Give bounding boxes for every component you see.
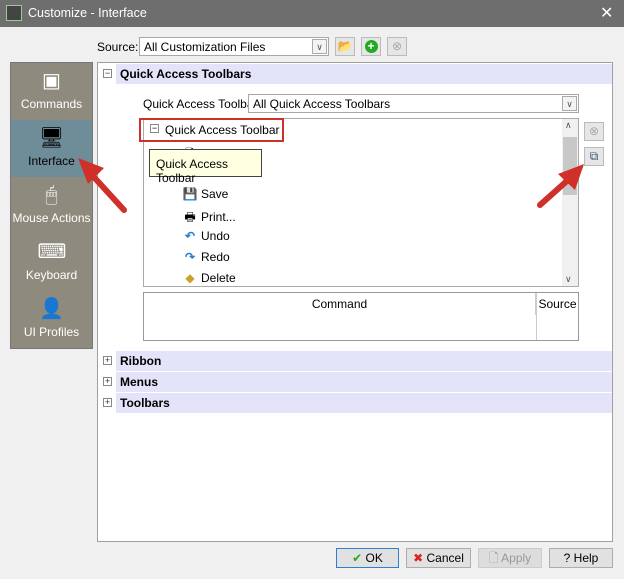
apply-button[interactable]: 🗋 Apply — [478, 548, 542, 568]
help-icon: ? — [563, 551, 571, 565]
help-label: Help — [573, 551, 599, 565]
red-arrow-right — [537, 164, 584, 208]
ok-label: OK — [365, 551, 383, 565]
apply-icon: 🗋 — [488, 551, 499, 565]
check-icon: ✔ — [352, 551, 363, 565]
apply-label: Apply — [501, 551, 532, 565]
help-button[interactable]: ? Help — [549, 548, 613, 568]
cancel-label: Cancel — [426, 551, 464, 565]
red-arrow-left — [78, 158, 127, 213]
ok-button[interactable]: ✔ OK — [336, 548, 399, 568]
x-icon: ✖ — [413, 551, 424, 565]
annotation-arrows — [78, 158, 584, 213]
cancel-button[interactable]: ✖ Cancel — [406, 548, 471, 568]
